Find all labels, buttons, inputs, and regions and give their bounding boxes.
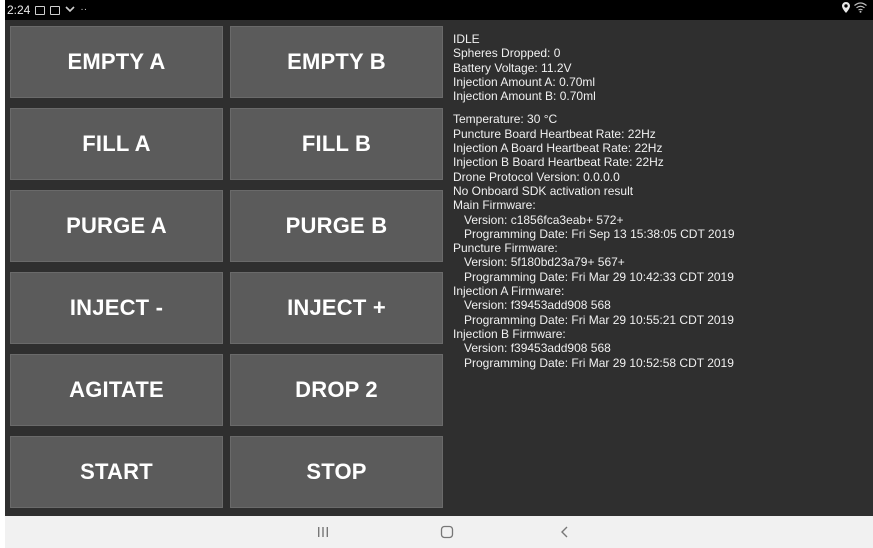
injection-a-firmware-title: Injection A Firmware:	[453, 284, 565, 299]
spheres-dropped-text: Spheres Dropped: 0	[453, 46, 561, 61]
sdk-activation-text: No Onboard SDK activation result	[453, 183, 634, 198]
wifi-icon	[854, 2, 867, 16]
purge-b-button[interactable]: PURGE B	[230, 190, 443, 262]
injection-b-heartbeat-text: Injection B Board Heartbeat Rate: 22Hz	[453, 155, 664, 170]
control-button-grid: EMPTY A EMPTY B FILL A FILL B PURGE A PU…	[10, 26, 443, 512]
app-content: EMPTY A EMPTY B FILL A FILL B PURGE A PU…	[5, 20, 873, 516]
start-button[interactable]: START	[10, 436, 223, 508]
injection-b-firmware-version: Version: f39453add908 568	[464, 341, 611, 356]
puncture-firmware-date: Programming Date: Fri Mar 29 10:42:33 CD…	[464, 269, 734, 284]
injection-a-firmware-version: Version: f39453add908 568	[464, 298, 611, 313]
gallery-icon	[50, 5, 61, 15]
status-bar-left: 2:24 ··	[7, 3, 87, 17]
fill-b-button[interactable]: FILL B	[230, 108, 443, 180]
empty-b-button[interactable]: EMPTY B	[230, 26, 443, 98]
injection-amount-a-text: Injection Amount A: 0.70ml	[453, 74, 596, 89]
navigation-bar	[5, 516, 873, 548]
main-firmware-version: Version: c1856fca3eab+ 572+	[464, 212, 624, 227]
more-dots-icon: ··	[80, 4, 88, 15]
status-time: 2:24	[7, 3, 31, 17]
empty-a-button[interactable]: EMPTY A	[10, 26, 223, 98]
device-screen: 2:24 ·· EMPTY A EMPTY B FILL A FILL B PU…	[5, 0, 873, 548]
back-icon[interactable]	[545, 516, 585, 548]
drop-2-button[interactable]: DROP 2	[230, 354, 443, 426]
status-bar-right	[842, 2, 867, 16]
image-icon	[35, 5, 46, 15]
status-bar: 2:24 ··	[5, 0, 873, 20]
main-firmware-date: Programming Date: Fri Sep 13 15:38:05 CD…	[464, 226, 735, 241]
injection-b-firmware-date: Programming Date: Fri Mar 29 10:52:58 CD…	[464, 355, 734, 370]
injection-b-firmware-title: Injection B Firmware:	[453, 326, 566, 341]
temperature-text: Temperature: 30 °C	[453, 112, 558, 127]
status-info-panel: IDLE Spheres Dropped: 0 Battery Voltage:…	[453, 32, 863, 370]
puncture-firmware-title: Puncture Firmware:	[453, 241, 558, 256]
fill-a-button[interactable]: FILL A	[10, 108, 223, 180]
agitate-button[interactable]: AGITATE	[10, 354, 223, 426]
purge-a-button[interactable]: PURGE A	[10, 190, 223, 262]
injection-a-heartbeat-text: Injection A Board Heartbeat Rate: 22Hz	[453, 141, 663, 156]
stop-button[interactable]: STOP	[230, 436, 443, 508]
puncture-heartbeat-text: Puncture Board Heartbeat Rate: 22Hz	[453, 126, 656, 141]
inject-minus-button[interactable]: INJECT -	[10, 272, 223, 344]
state-text: IDLE	[453, 32, 480, 46]
puncture-firmware-version: Version: 5f180bd23a79+ 567+	[464, 255, 625, 270]
recent-apps-icon[interactable]	[303, 516, 343, 548]
drone-protocol-text: Drone Protocol Version: 0.0.0.0	[453, 169, 620, 184]
location-icon	[842, 2, 850, 16]
main-firmware-title: Main Firmware:	[453, 198, 536, 213]
download-icon	[65, 3, 75, 17]
battery-voltage-text: Battery Voltage: 11.2V	[453, 60, 572, 75]
injection-amount-b-text: Injection Amount B: 0.70ml	[453, 89, 596, 104]
injection-a-firmware-date: Programming Date: Fri Mar 29 10:55:21 CD…	[464, 312, 734, 327]
home-icon[interactable]	[427, 516, 467, 548]
inject-plus-button[interactable]: INJECT +	[230, 272, 443, 344]
